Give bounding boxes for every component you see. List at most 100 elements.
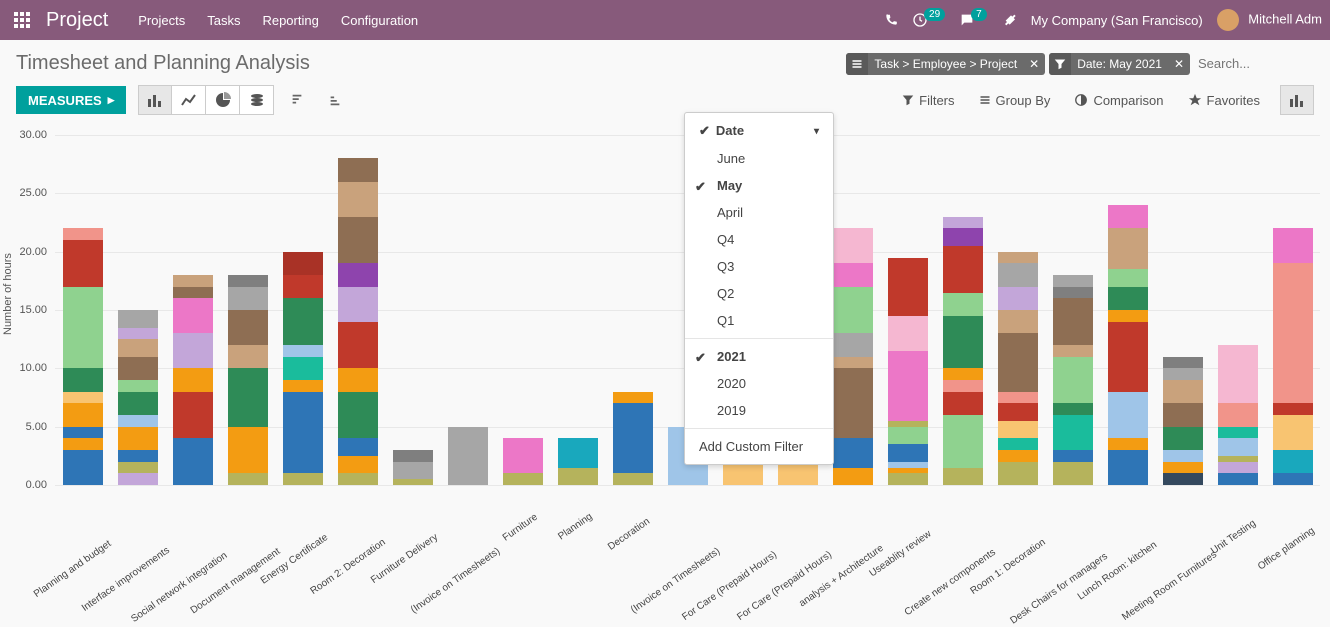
bar-segment[interactable] <box>1108 322 1148 392</box>
bar-segment[interactable] <box>1053 287 1093 299</box>
bar-segment[interactable] <box>173 298 213 333</box>
bar-segment[interactable] <box>338 392 378 439</box>
bar-segment[interactable] <box>63 240 103 287</box>
bar-segment[interactable] <box>613 403 653 473</box>
bar-segment[interactable] <box>998 438 1038 450</box>
bar-segment[interactable] <box>118 357 158 380</box>
bar-segment[interactable] <box>283 380 323 392</box>
bar-segment[interactable] <box>393 479 433 485</box>
bar-segment[interactable] <box>283 345 323 357</box>
bar-segment[interactable] <box>63 403 103 426</box>
bar-segment[interactable] <box>283 252 323 275</box>
bar-segment[interactable] <box>998 403 1038 421</box>
bar-segment[interactable] <box>338 287 378 322</box>
bar-segment[interactable] <box>1163 380 1203 403</box>
bar-segment[interactable] <box>283 298 323 345</box>
bar-segment[interactable] <box>998 333 1038 391</box>
bar-segment[interactable] <box>943 392 983 415</box>
bar-segment[interactable] <box>1163 368 1203 380</box>
bar-segment[interactable] <box>1218 345 1258 403</box>
filter-year[interactable]: 2020 <box>685 370 833 397</box>
measures-button[interactable]: MEASURES ▸ <box>16 86 126 114</box>
bar-column[interactable]: Social network integration <box>165 275 220 485</box>
bar-segment[interactable] <box>888 316 928 351</box>
bar-segment[interactable] <box>1273 450 1313 473</box>
bar-segment[interactable] <box>173 275 213 287</box>
bar-segment[interactable] <box>228 473 268 485</box>
bar-segment[interactable] <box>228 345 268 368</box>
bar-segment[interactable] <box>118 328 158 340</box>
bar-segment[interactable] <box>283 357 323 380</box>
filter-option[interactable]: Q4 <box>685 226 833 253</box>
bar-segment[interactable] <box>943 380 983 392</box>
bar-segment[interactable] <box>1053 403 1093 415</box>
filter-option[interactable]: June <box>685 145 833 172</box>
bar-segment[interactable] <box>1053 357 1093 404</box>
bar-segment[interactable] <box>118 380 158 392</box>
bar-segment[interactable] <box>173 287 213 299</box>
bar-segment[interactable] <box>1108 205 1148 228</box>
bar-segment[interactable] <box>998 462 1038 485</box>
bar-segment[interactable] <box>118 462 158 474</box>
bar-segment[interactable] <box>503 438 543 473</box>
bar-column[interactable]: Unit Testing <box>1210 345 1265 485</box>
bar-column[interactable]: Create new components <box>935 217 990 485</box>
bar-segment[interactable] <box>1273 403 1313 415</box>
company-switcher[interactable]: My Company (San Francisco) <box>1031 13 1203 28</box>
bar-column[interactable]: Room 1: Decoration <box>990 252 1045 485</box>
bar-segment[interactable] <box>943 293 983 316</box>
bar-segment[interactable] <box>1163 473 1203 485</box>
bar-segment[interactable] <box>833 357 873 369</box>
sort-asc-button[interactable] <box>320 85 350 115</box>
bar-segment[interactable] <box>338 217 378 264</box>
bar-segment[interactable] <box>118 473 158 485</box>
bar-segment[interactable] <box>1053 345 1093 357</box>
bar-segment[interactable] <box>1273 473 1313 485</box>
bar-segment[interactable] <box>558 468 598 486</box>
bar-segment[interactable] <box>1163 403 1203 426</box>
activities-button[interactable]: 29 <box>912 12 945 28</box>
bar-segment[interactable] <box>173 333 213 368</box>
bar-segment[interactable] <box>833 333 873 356</box>
bar-segment[interactable] <box>943 468 983 486</box>
bar-segment[interactable] <box>998 263 1038 286</box>
bar-segment[interactable] <box>393 462 433 480</box>
line-chart-button[interactable] <box>172 85 206 115</box>
bar-segment[interactable] <box>1163 450 1203 462</box>
bar-segment[interactable] <box>1053 462 1093 485</box>
bar-segment[interactable] <box>998 252 1038 264</box>
debug-icon[interactable] <box>1001 12 1017 28</box>
filter-option[interactable]: April <box>685 199 833 226</box>
bar-segment[interactable] <box>63 427 103 439</box>
bar-segment[interactable] <box>833 468 873 486</box>
pie-chart-button[interactable] <box>206 85 240 115</box>
bar-segment[interactable] <box>118 415 158 427</box>
bar-segment[interactable] <box>338 182 378 217</box>
bar-segment[interactable] <box>1108 392 1148 439</box>
bar-segment[interactable] <box>1108 310 1148 322</box>
apps-menu-button[interactable] <box>8 6 36 34</box>
bar-segment[interactable] <box>1108 287 1148 310</box>
bar-column[interactable]: Planning and budget <box>55 228 110 485</box>
bar-segment[interactable] <box>228 427 268 474</box>
bar-segment[interactable] <box>338 438 378 456</box>
bar-segment[interactable] <box>228 287 268 310</box>
bar-segment[interactable] <box>338 263 378 286</box>
bar-segment[interactable] <box>63 450 103 485</box>
bar-segment[interactable] <box>833 287 873 334</box>
stacked-button[interactable] <box>240 85 274 115</box>
bar-segment[interactable] <box>283 275 323 298</box>
add-custom-filter[interactable]: Add Custom Filter <box>685 433 833 460</box>
bar-segment[interactable] <box>1218 427 1258 439</box>
bar-segment[interactable] <box>63 438 103 450</box>
bar-segment[interactable] <box>833 263 873 286</box>
bar-segment[interactable] <box>283 473 323 485</box>
bar-segment[interactable] <box>1053 298 1093 345</box>
bar-segment[interactable] <box>1273 228 1313 263</box>
bar-segment[interactable] <box>63 287 103 369</box>
bar-segment[interactable] <box>63 228 103 240</box>
bar-column[interactable]: (Invoice on Timesheets) <box>440 427 495 485</box>
bar-segment[interactable] <box>1053 450 1093 462</box>
bar-segment[interactable] <box>998 450 1038 462</box>
bar-segment[interactable] <box>1163 427 1203 450</box>
